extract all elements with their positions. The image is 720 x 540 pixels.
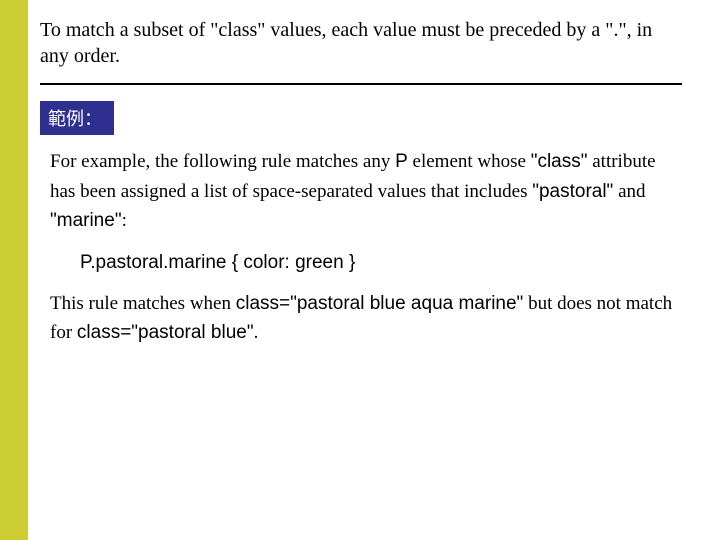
p1-b: element whose xyxy=(408,151,531,172)
code-nomatch: class="pastoral blue" xyxy=(77,322,254,343)
code-marine: "marine" xyxy=(50,210,122,231)
code-p: P xyxy=(395,151,408,172)
p1-d: and xyxy=(613,181,645,202)
example-body: For example, the following rule matches … xyxy=(50,147,682,348)
code-example: P.pastoral.marine { color: green } xyxy=(80,248,682,277)
code-match: class="pastoral blue aqua marine" xyxy=(236,293,524,314)
p1-a: For example, the following rule matches … xyxy=(50,151,395,172)
code-pastoral: "pastoral" xyxy=(532,181,613,202)
intro-text: To match a subset of "class" values, eac… xyxy=(40,18,682,69)
p2-c: . xyxy=(254,322,259,343)
example-chip: 範例： xyxy=(40,101,114,135)
p1-e: : xyxy=(122,210,127,231)
divider xyxy=(40,83,682,85)
code-class: "class" xyxy=(531,151,588,172)
p2-a: This rule matches when xyxy=(50,293,236,314)
paragraph-2: This rule matches when class="pastoral b… xyxy=(50,289,682,348)
paragraph-1: For example, the following rule matches … xyxy=(50,147,682,235)
left-accent-bar xyxy=(0,0,28,540)
slide-content: To match a subset of "class" values, eac… xyxy=(40,0,720,348)
